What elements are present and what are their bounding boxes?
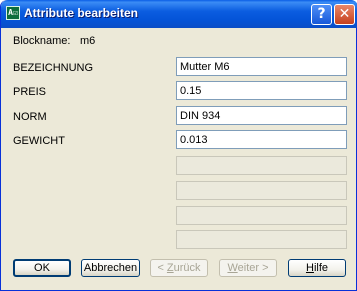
attribute-label-preis: PREIS [13,86,47,98]
block-name-value: m6 [80,35,96,47]
help-caption-button[interactable]: ? [311,4,332,25]
attribute-label-bezeichnung: BEZEICHNUNG [13,62,94,74]
help-button[interactable]: Hilfe [288,259,346,277]
window-title: Attribute bearbeiten [24,6,139,20]
attribute-input-gewicht[interactable] [176,130,347,149]
attribute-input-bezeichnung[interactable] [176,57,347,76]
title-bar[interactable]: A☑ Attribute bearbeiten ? ✕ [1,0,357,28]
cancel-button[interactable]: Abbrechen [81,259,140,277]
block-attribute-icon: A☑ [6,6,20,20]
empty-attribute-field [176,206,347,225]
attribute-input-norm[interactable] [176,106,347,125]
ok-button[interactable]: OK [13,259,71,277]
empty-attribute-field [176,181,347,200]
attribute-input-preis[interactable] [176,81,347,100]
attribute-dialog: A☑ Attribute bearbeiten ? ✕ Blockname: m… [0,0,357,291]
close-icon[interactable]: ✕ [334,4,355,25]
empty-attribute-field [176,230,347,249]
empty-attribute-field [176,156,347,175]
back-button[interactable]: < Zurück [150,259,208,277]
attribute-label-norm: NORM [13,111,47,123]
attribute-label-gewicht: GEWICHT [13,135,65,147]
next-button[interactable]: Weiter > [219,259,277,277]
block-name-label: Blockname: [13,35,71,47]
